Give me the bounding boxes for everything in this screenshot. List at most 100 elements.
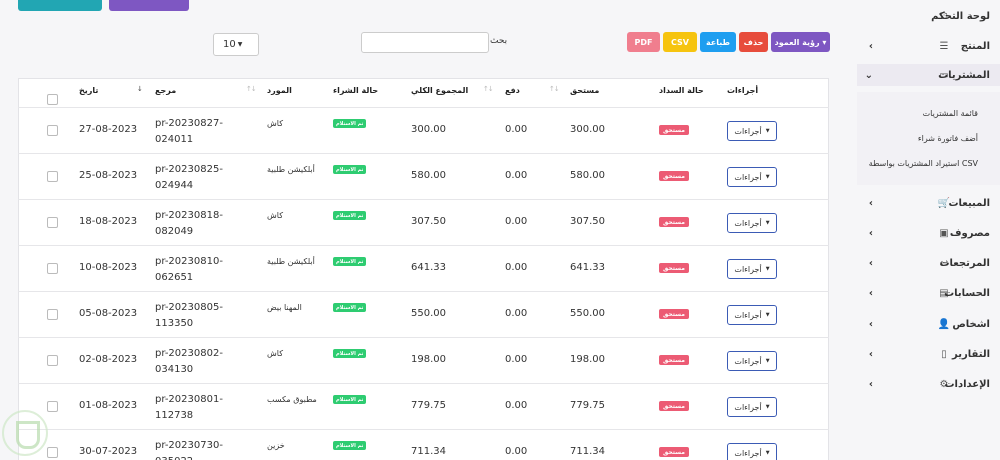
actions-label: أجراءات [734, 264, 762, 274]
sidebar-item-accounts[interactable]: ‹ ▤ الحسابات [857, 282, 1000, 304]
header-purchase-status[interactable]: حالة الشراء [333, 86, 378, 95]
chevron-left-icon: ‹ [868, 197, 873, 209]
page-size-select[interactable]: 10 ▼ [213, 33, 259, 56]
sidebar: قائمة المشتريات أضف فاتورة شراء CSV استي… [857, 0, 1000, 460]
chevron-left-icon: ‹ [868, 348, 873, 360]
actions-label: أجراءات [734, 310, 762, 320]
row-divider [18, 199, 829, 200]
header-payment-status[interactable]: حالة السداد [659, 86, 704, 95]
row-actions-button[interactable]: أجراءات ▼ [727, 259, 777, 279]
print-button[interactable]: طباعة [700, 32, 736, 52]
sidebar-item-settings[interactable]: ‹ ⚙ الإعدادات [857, 373, 1000, 395]
due-cell: 779.75 [570, 400, 605, 411]
row-actions-button[interactable]: أجراءات ▼ [727, 305, 777, 325]
grand-total-cell: 198.00 [411, 354, 446, 365]
row-checkbox[interactable] [47, 447, 58, 458]
chevron-down-icon: ⌄ [864, 69, 873, 81]
sidebar-item-returns[interactable]: ‹ ↩ المرتجعات [857, 252, 1000, 274]
header-reference[interactable]: مرجع [155, 86, 176, 95]
row-checkbox[interactable] [47, 171, 58, 182]
row-actions-button[interactable]: أجراءات ▼ [727, 213, 777, 233]
due-cell: 300.00 [570, 124, 605, 135]
caret-down-icon: ▼ [765, 128, 770, 134]
pdf-button[interactable]: PDF [627, 32, 660, 52]
paid-cell: 0.00 [505, 354, 528, 365]
header-grand-total[interactable]: المجموع الكلي [411, 86, 468, 95]
caret-down-icon: ▼ [765, 312, 770, 318]
reference-cell[interactable]: pr-20230818- 082049 [155, 208, 223, 240]
row-checkbox[interactable] [47, 263, 58, 274]
sidebar-item-label: التقارير [952, 348, 990, 360]
sort-icon[interactable]: ↓ [137, 85, 143, 93]
row-checkbox[interactable] [47, 217, 58, 228]
select-all-checkbox[interactable] [47, 94, 58, 105]
column-visibility-button[interactable]: ▾ رؤية العمود [771, 32, 830, 52]
chevron-left-icon: ‹ [868, 40, 873, 52]
search-label: بحث [490, 36, 508, 46]
header-paid[interactable]: دفع [505, 86, 520, 95]
row-checkbox[interactable] [47, 125, 58, 136]
sidebar-item-label: الإعدادات [944, 378, 990, 390]
reference-line: 082049 [155, 226, 194, 237]
sidebar-item-products[interactable]: ‹ ☰ المنتج [857, 35, 1000, 57]
date-cell: 30-07-2023 [79, 446, 138, 457]
reference-cell[interactable]: pr-20230827- 024011 [155, 116, 223, 148]
submenu-add-purchase[interactable]: أضف فاتورة شراء [918, 134, 978, 143]
search-input[interactable] [361, 32, 489, 53]
date-cell: 10-08-2023 [79, 262, 138, 273]
reference-line: 112738 [155, 410, 194, 421]
row-actions-button[interactable]: أجراءات ▼ [727, 121, 777, 141]
reference-cell[interactable]: pr-20230825- 024944 [155, 162, 223, 194]
purchase-status-badge: تم الاستلام [333, 349, 367, 358]
row-actions-button[interactable]: أجراءات ▼ [727, 397, 777, 417]
sidebar-item-sales[interactable]: ‹ 🛒 المبيعات [857, 192, 1000, 214]
payment-status-badge: مستحق [659, 125, 690, 135]
actions-label: أجراءات [734, 448, 762, 458]
date-cell: 27-08-2023 [79, 124, 138, 135]
sort-icon[interactable]: ↑↓ [549, 85, 560, 93]
row-divider [18, 429, 829, 430]
sort-icon[interactable]: ↑↓ [483, 85, 494, 93]
row-checkbox[interactable] [47, 355, 58, 366]
row-divider [18, 291, 829, 292]
sidebar-item-purchases[interactable]: ⌄ ▭ المشتريات [857, 64, 1000, 86]
grand-total-cell: 711.34 [411, 446, 446, 457]
reference-cell[interactable]: pr-20230805- 113350 [155, 300, 223, 332]
reference-cell[interactable]: pr-20230810- 062651 [155, 254, 223, 286]
supplier-cell: المهنا بيض [267, 303, 302, 312]
add-purchase-button[interactable] [18, 0, 102, 11]
import-purchase-button[interactable] [109, 0, 189, 11]
row-checkbox[interactable] [47, 309, 58, 320]
delete-button[interactable]: حذف [739, 32, 768, 52]
reference-cell[interactable]: pr-20230801- 112738 [155, 392, 223, 424]
header-due[interactable]: مستحق [570, 86, 599, 95]
purchase-status-badge: تم الاستلام [333, 395, 367, 404]
sort-icon[interactable]: ↑↓ [246, 85, 257, 93]
header-supplier[interactable]: المورد [267, 86, 292, 95]
due-cell: 711.34 [570, 446, 605, 457]
sidebar-item-people[interactable]: ‹ 👤 اشخاص [857, 313, 1000, 335]
submenu-import-csv[interactable]: CSV استيراد المشتريات بواسطة [869, 159, 978, 168]
grand-total-cell: 307.50 [411, 216, 446, 227]
payment-status-badge: مستحق [659, 171, 690, 181]
sidebar-item-dashboard[interactable]: ⏱ لوحة التحكم [857, 5, 1000, 27]
header-date[interactable]: تاريخ [79, 86, 98, 95]
reference-cell[interactable]: pr-20230730- 035022 [155, 438, 223, 460]
caret-down-icon: ▼ [765, 404, 770, 410]
row-checkbox[interactable] [47, 401, 58, 412]
paid-cell: 0.00 [505, 262, 528, 273]
row-actions-button[interactable]: أجراءات ▼ [727, 443, 777, 460]
reference-cell[interactable]: pr-20230802- 034130 [155, 346, 223, 378]
document-icon: ▯ [941, 348, 947, 360]
reference-line: pr-20230825- [155, 164, 223, 175]
row-actions-button[interactable]: أجراءات ▼ [727, 167, 777, 187]
supplier-cell: خزين [267, 441, 285, 450]
purchases-submenu: قائمة المشتريات أضف فاتورة شراء CSV استي… [857, 92, 1000, 185]
sidebar-item-expense[interactable]: ‹ ▣ مصروف [857, 222, 1000, 244]
sidebar-item-reports[interactable]: ‹ ▯ التقارير [857, 343, 1000, 365]
chevron-left-icon: ‹ [868, 318, 873, 330]
row-actions-button[interactable]: أجراءات ▼ [727, 351, 777, 371]
reference-line: pr-20230802- [155, 348, 223, 359]
csv-button[interactable]: CSV [663, 32, 697, 52]
submenu-purchase-list[interactable]: قائمة المشتريات [923, 109, 978, 118]
